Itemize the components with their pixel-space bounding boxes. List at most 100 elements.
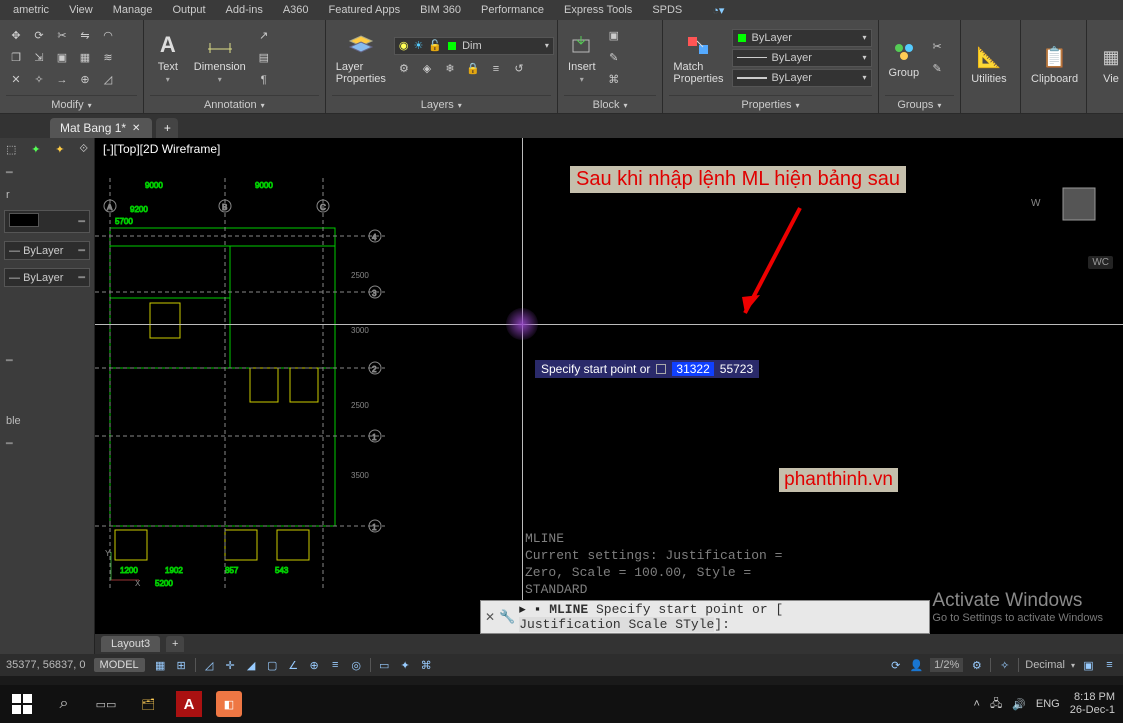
annoscale-icon[interactable]: ⟳: [888, 658, 903, 673]
drawing-canvas[interactable]: [-][Top][2D Wireframe] 9000 9000 9200 57…: [95, 138, 1123, 654]
layer-freeze-icon[interactable]: ❄: [440, 59, 460, 79]
osnap-icon[interactable]: ▢: [265, 658, 280, 673]
lw-icon[interactable]: ≡: [328, 658, 343, 673]
annomon-icon[interactable]: 👤: [909, 658, 924, 673]
dyn-x-value[interactable]: 31322: [672, 362, 713, 376]
mtext-icon[interactable]: ¶: [254, 70, 274, 90]
wcs-badge[interactable]: WC: [1088, 256, 1113, 269]
menu-item[interactable]: BIM 360: [411, 2, 470, 18]
dyn-icon[interactable]: ⊕: [307, 658, 322, 673]
start-icon[interactable]: [8, 690, 36, 718]
clipboard-button[interactable]: 📋Clipboard: [1027, 41, 1082, 87]
dynamic-input-prompt[interactable]: Specify start point or 31322 55723: [535, 360, 759, 378]
explode-icon[interactable]: ✧: [29, 70, 49, 90]
command-line[interactable]: ✕ 🔧 ▸ ▪ MLINE Specify start point or [ J…: [480, 600, 930, 634]
view-button[interactable]: ▦Vie: [1093, 41, 1123, 87]
panel-label[interactable]: Block▾: [564, 95, 657, 113]
menu-item[interactable]: SPDS: [643, 2, 691, 18]
properties-palette[interactable]: ⬚ ✦ ✦ ⟐ ━ r ━ — ByLayer━ — ByLayer━ ━ bl…: [0, 138, 95, 654]
table-icon[interactable]: ▤: [254, 48, 274, 68]
copy-icon[interactable]: ❐: [6, 48, 26, 68]
custom-icon[interactable]: ≡: [1102, 658, 1117, 673]
grid-icon[interactable]: ▦: [153, 658, 168, 673]
group-button[interactable]: Group: [885, 35, 924, 81]
layer-iso-icon[interactable]: ◈: [417, 59, 437, 79]
menu-item[interactable]: Express Tools: [555, 2, 641, 18]
viewcube[interactable]: W: [1043, 168, 1115, 240]
layer-prev-icon[interactable]: ↺: [509, 59, 529, 79]
group-edit-icon[interactable]: ✎: [927, 59, 947, 79]
menu-item[interactable]: Manage: [104, 2, 162, 18]
layer-match-icon[interactable]: ≡: [486, 59, 506, 79]
prop-color[interactable]: ━: [4, 210, 90, 233]
search-icon[interactable]: ⌕: [50, 690, 78, 718]
menu-item[interactable]: Featured Apps: [320, 2, 410, 18]
ortho-icon[interactable]: ◿: [202, 658, 217, 673]
new-layout-button[interactable]: +: [166, 636, 184, 652]
menu-item[interactable]: Performance: [472, 2, 553, 18]
polar-icon[interactable]: ✛: [223, 658, 238, 673]
tray-network-icon[interactable]: 🖧: [990, 695, 1002, 714]
cmdline-wrench-icon[interactable]: 🔧: [499, 609, 515, 625]
rotate-icon[interactable]: ⟳: [29, 26, 49, 46]
text-button[interactable]: A Text ▾: [150, 29, 186, 86]
scale-icon[interactable]: ▣: [52, 48, 72, 68]
trans-icon[interactable]: ◎: [349, 658, 364, 673]
autocad-icon[interactable]: A: [176, 691, 202, 717]
fillet-icon[interactable]: ◠: [98, 26, 118, 46]
menu-item[interactable]: View: [60, 2, 102, 18]
edit-block-icon[interactable]: ✎: [604, 48, 624, 68]
menu-item[interactable]: ametric: [4, 2, 58, 18]
ungroup-icon[interactable]: ✂: [927, 37, 947, 57]
create-block-icon[interactable]: ▣: [604, 26, 624, 46]
panel-label[interactable]: Annotation▾: [150, 95, 319, 113]
pick-add-icon[interactable]: ✦: [31, 143, 40, 156]
extend-icon[interactable]: →: [52, 70, 72, 90]
utilities-button[interactable]: 📐Utilities: [967, 41, 1010, 87]
linetype-dropdown[interactable]: ByLayer▾: [732, 49, 872, 67]
isoplane-icon[interactable]: ◢: [244, 658, 259, 673]
mirror-icon[interactable]: ⇋: [75, 26, 95, 46]
units-dropdown[interactable]: Decimal: [1025, 659, 1065, 671]
dimension-button[interactable]: Dimension ▾: [190, 29, 250, 86]
insert-button[interactable]: Insert ▾: [564, 29, 600, 86]
panel-label[interactable]: Modify▾: [6, 95, 137, 113]
pick-add2-icon[interactable]: ✦: [55, 143, 64, 156]
panel-label[interactable]: Groups▾: [885, 95, 955, 113]
menu-item[interactable]: Add-ins: [217, 2, 272, 18]
cmdline-text[interactable]: ▸ ▪ MLINE Specify start point or [ Justi…: [519, 602, 783, 632]
layer-off-icon[interactable]: ⚙: [394, 59, 414, 79]
tray-clock[interactable]: 8:18 PM 26-Dec-1: [1070, 691, 1115, 717]
prop-lw[interactable]: — ByLayer━: [4, 268, 90, 287]
erase-icon[interactable]: ✕: [6, 70, 26, 90]
layer-properties-button[interactable]: Layer Properties: [332, 29, 390, 87]
attr-icon[interactable]: ⌘: [604, 70, 624, 90]
otrack-icon[interactable]: ∠: [286, 658, 301, 673]
qp-icon[interactable]: ⌘: [419, 658, 434, 673]
close-icon[interactable]: ✕: [132, 123, 140, 134]
trim-icon[interactable]: ✂: [52, 26, 72, 46]
gizmo-icon[interactable]: ✦: [398, 658, 413, 673]
panel-label[interactable]: Layers▾: [332, 95, 551, 113]
cmdline-close-icon[interactable]: ✕: [485, 610, 495, 624]
layout-tab[interactable]: Layout3: [101, 636, 160, 652]
scale-readout[interactable]: 1/2%: [930, 658, 963, 672]
match-properties-button[interactable]: Match Properties: [669, 29, 727, 87]
quickselect-icon[interactable]: ⟐: [79, 143, 88, 156]
model-button[interactable]: MODEL: [94, 658, 145, 672]
prop-linetype[interactable]: — ByLayer━: [4, 241, 90, 260]
tray-language[interactable]: ENG: [1036, 698, 1060, 710]
array-icon[interactable]: ▦: [75, 48, 95, 68]
current-layer-dropdown[interactable]: ◉ ☀ 🔓 Dim ▾: [394, 37, 554, 55]
color-dropdown[interactable]: ByLayer▾: [732, 29, 872, 47]
menu-item[interactable]: Output: [163, 2, 214, 18]
chamfer-icon[interactable]: ◿: [98, 70, 118, 90]
snap-icon[interactable]: ⊞: [174, 658, 189, 673]
clean-icon[interactable]: ▣: [1081, 658, 1096, 673]
document-tab[interactable]: Mat Bang 1*✕: [50, 118, 152, 138]
layer-lock-icon[interactable]: 🔒: [463, 59, 483, 79]
dyn-options-icon[interactable]: [656, 364, 666, 374]
lineweight-dropdown[interactable]: ByLayer▾: [732, 69, 872, 87]
menu-extra-icon[interactable]: ◔▾: [703, 2, 733, 19]
viewport-label[interactable]: [-][Top][2D Wireframe]: [103, 142, 220, 156]
